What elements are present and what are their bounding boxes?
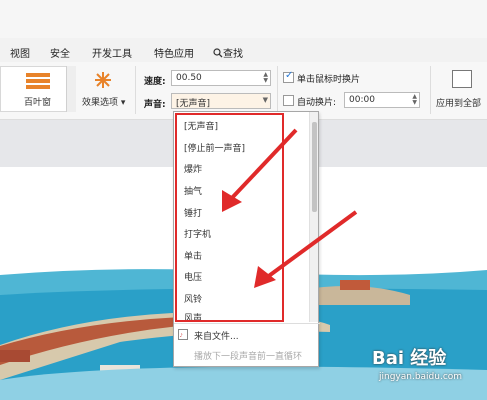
watermark-logo: Bai 经验 [372, 348, 447, 369]
watermark-url: jingyan.baidu.com [379, 372, 463, 382]
arrow-annotation [222, 128, 298, 212]
annotation-arrows [222, 128, 358, 288]
arrow-annotation [254, 210, 358, 288]
